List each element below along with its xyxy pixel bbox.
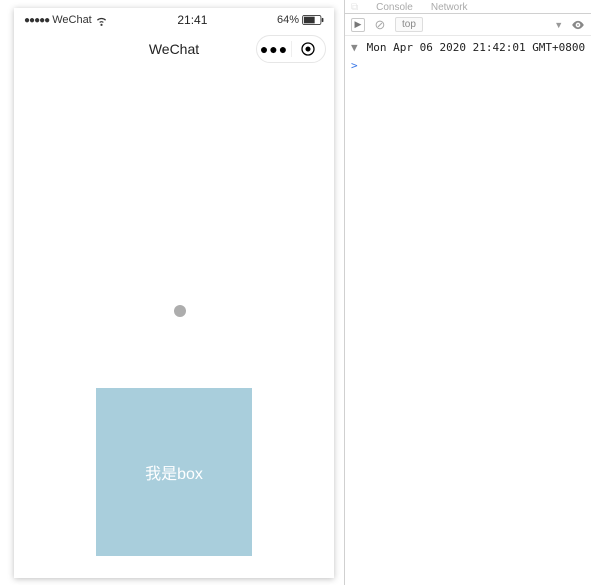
clear-console-button[interactable]: ⊘ [373, 18, 387, 32]
tab-console[interactable]: Console [376, 2, 413, 13]
devtools-panel: ⧉ Console Network ▶ ⊘ top ▼ ▼ Mon Apr 06… [344, 0, 591, 585]
battery-icon [302, 15, 324, 25]
console-body[interactable]: ▼ Mon Apr 06 2020 21:42:01 GMT+0800 > [345, 36, 591, 585]
phone-simulator: ●●●●● WeChat 21:41 64% WeChat [14, 8, 334, 578]
menu-dots-icon: ●●● [260, 41, 288, 57]
console-toolbar: ▶ ⊘ top ▼ [345, 14, 591, 36]
live-expression-button[interactable] [571, 18, 585, 32]
filter-dropdown[interactable]: ▼ [554, 20, 563, 30]
box-element[interactable]: 我是box [96, 388, 252, 556]
carrier-label: WeChat [52, 14, 92, 26]
tab-elements-icon[interactable]: ⧉ [351, 2, 358, 13]
page-content: 我是box [14, 68, 334, 578]
run-button[interactable]: ▶ [351, 18, 365, 32]
status-bar: ●●●●● WeChat 21:41 64% [14, 8, 334, 30]
loading-dot [174, 305, 186, 317]
nav-bar: WeChat ●●● [14, 30, 334, 68]
console-log-text: Mon Apr 06 2020 21:42:01 GMT+0800 [367, 41, 586, 54]
signal-icon: ●●●●● [24, 15, 49, 26]
console-prompt[interactable]: > [351, 58, 585, 74]
wifi-icon [95, 14, 108, 27]
context-select[interactable]: top [395, 17, 423, 32]
capsule-button: ●●● [256, 35, 326, 63]
capsule-separator [291, 41, 292, 57]
collapse-icon[interactable]: ▼ [351, 40, 360, 56]
clear-icon: ⊘ [375, 17, 386, 33]
status-right: 64% [277, 14, 324, 26]
menu-button[interactable]: ●●● [257, 41, 291, 57]
close-button[interactable] [291, 41, 325, 57]
prompt-icon: > [351, 59, 358, 72]
console-log-line: ▼ Mon Apr 06 2020 21:42:01 GMT+0800 [351, 40, 585, 56]
clock-label: 21:41 [177, 13, 207, 27]
devtools-tabs: ⧉ Console Network [345, 0, 591, 14]
box-label: 我是box [145, 460, 203, 484]
battery-pct-label: 64% [277, 14, 299, 26]
tab-network[interactable]: Network [431, 2, 468, 13]
status-left: ●●●●● WeChat [24, 14, 108, 27]
target-icon [300, 41, 316, 57]
play-icon: ▶ [355, 19, 362, 30]
